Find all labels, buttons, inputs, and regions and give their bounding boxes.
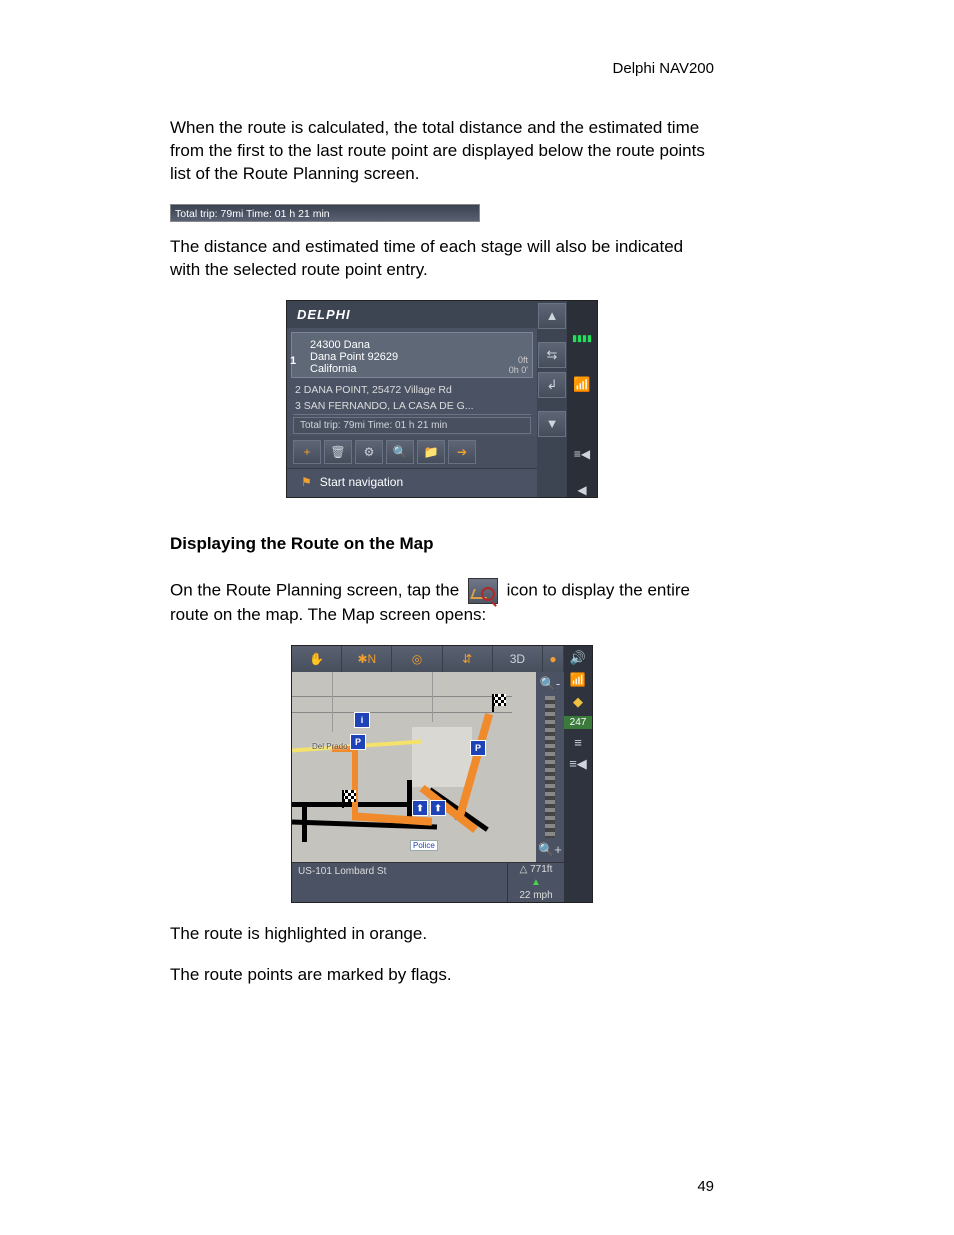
route-point-line1: 24300 Dana (310, 339, 524, 351)
zoom-scale[interactable] (545, 696, 555, 838)
route-toolbar: + 🗑 ⚙ 🔍 📁 ➔ (287, 436, 537, 468)
police-label: Police (410, 840, 438, 851)
pan-icon[interactable]: ✋ (292, 646, 342, 672)
paragraph-3a: On the Route Planning screen, tap the (170, 580, 464, 599)
direction-poi-icon-2: ⬆ (430, 800, 446, 816)
start-navigation-label: Start navigation (320, 475, 403, 489)
map-zoom-bar: 🔍- 🔍+ (536, 672, 564, 862)
record-icon[interactable]: ● (543, 646, 564, 672)
center-icon[interactable]: ◎ (392, 646, 442, 672)
delete-icon[interactable]: 🗑 (324, 440, 352, 464)
options-icon[interactable]: ≡ (574, 735, 582, 750)
return-icon[interactable]: ↲ (538, 372, 566, 398)
scroll-up-icon[interactable]: ▲ (538, 303, 566, 329)
elevation-label: △ 771ft (508, 863, 564, 876)
section-heading: Displaying the Route on the Map (170, 534, 714, 554)
gps-signal-icon: 📶 (570, 672, 586, 688)
speed-label: 22 mph (508, 889, 564, 902)
compass-icon: ◆ (573, 694, 583, 710)
show-on-map-icon (468, 578, 498, 604)
stage-time: 0h 0' (509, 365, 528, 375)
start-navigation-row[interactable]: ⚑ Start navigation (287, 468, 537, 497)
battery-icon: ▮▮▮▮ (572, 333, 592, 344)
page-number: 49 (697, 1178, 714, 1195)
menu-back-icon[interactable]: ≡◀ (569, 756, 587, 772)
satellite-icon: 📶 (573, 376, 590, 393)
map-top-toolbar: ✋ ✱N ◎ ⇵ 3D ● (292, 646, 564, 672)
paragraph-2: The distance and estimated time of each … (170, 236, 714, 282)
map-outer-sidebar: 🔊 📶 ◆ 247 ≡ ≡◀ (564, 646, 592, 902)
direction-poi-icon: ⬆ (412, 800, 428, 816)
trip-summary-bar: Total trip: 79mi Time: 01 h 21 min (170, 204, 480, 222)
delphi-logo: DELPHI (287, 301, 537, 328)
current-road-label: US-101 Lombard St (292, 862, 507, 902)
paragraph-5: The route points are marked by flags. (170, 964, 714, 987)
route-point-2: 2 DANA POINT, 25472 Village Rd (287, 382, 537, 398)
heading-badge: 247 (564, 716, 592, 729)
paragraph-3: On the Route Planning screen, tap the ic… (170, 578, 714, 627)
paragraph-4: The route is highlighted in orange. (170, 923, 714, 946)
north-icon[interactable]: ✱N (342, 646, 392, 672)
parking-poi-icon-2: P (470, 740, 486, 756)
map-canvas[interactable]: i P P ⬆ ⬆ Police Del Prado (292, 672, 536, 862)
heading-up-icon: ▲ (508, 876, 564, 889)
3d-icon[interactable]: 3D (493, 646, 543, 672)
calculate-icon[interactable]: ⚙ (355, 440, 383, 464)
route-point-3: 3 SAN FERNANDO, LA CASA DE G... (287, 398, 537, 414)
scroll-down-icon[interactable]: ▼ (538, 411, 566, 437)
zoom-in-icon[interactable]: 🔍+ (536, 842, 564, 858)
paragraph-1: When the route is calculated, the total … (170, 117, 714, 186)
route-point-line3: California (310, 363, 524, 375)
altitude-icon[interactable]: ⇵ (443, 646, 493, 672)
parking-poi-icon: P (350, 734, 366, 750)
route-point-number: 1 (290, 355, 296, 367)
route-point-line2: Dana Point 92629 (310, 351, 524, 363)
end-flag-icon (492, 694, 506, 706)
page-header: Delphi NAV200 (170, 60, 714, 77)
back-icon[interactable]: ◀ (577, 483, 586, 497)
go-icon[interactable]: ➔ (448, 440, 476, 464)
info-poi-icon: i (354, 712, 370, 728)
add-point-icon[interactable]: + (293, 440, 321, 464)
show-map-icon[interactable]: 🔍 (386, 440, 414, 464)
menu-icon[interactable]: ≡◀ (574, 447, 590, 461)
flag-icon: ⚑ (301, 475, 312, 489)
trip-total-line: Total trip: 79mi Time: 01 h 21 min (293, 417, 531, 434)
street-label-delprado: Del Prado (312, 742, 348, 751)
route-planning-screenshot: DELPHI 1 24300 Dana Dana Point 92629 Cal… (286, 300, 598, 498)
selected-route-point: 1 24300 Dana Dana Point 92629 California… (291, 332, 533, 378)
sound-icon[interactable]: 🔊 (570, 650, 586, 666)
zoom-out-icon[interactable]: 🔍- (536, 676, 564, 692)
stage-distance: 0ft (509, 355, 528, 365)
start-flag-icon (342, 790, 356, 802)
swap-icon[interactable]: ⇆ (538, 342, 566, 368)
map-screenshot: ✋ ✱N ◎ ⇵ 3D ● (291, 645, 593, 903)
save-route-icon[interactable]: 📁 (417, 440, 445, 464)
